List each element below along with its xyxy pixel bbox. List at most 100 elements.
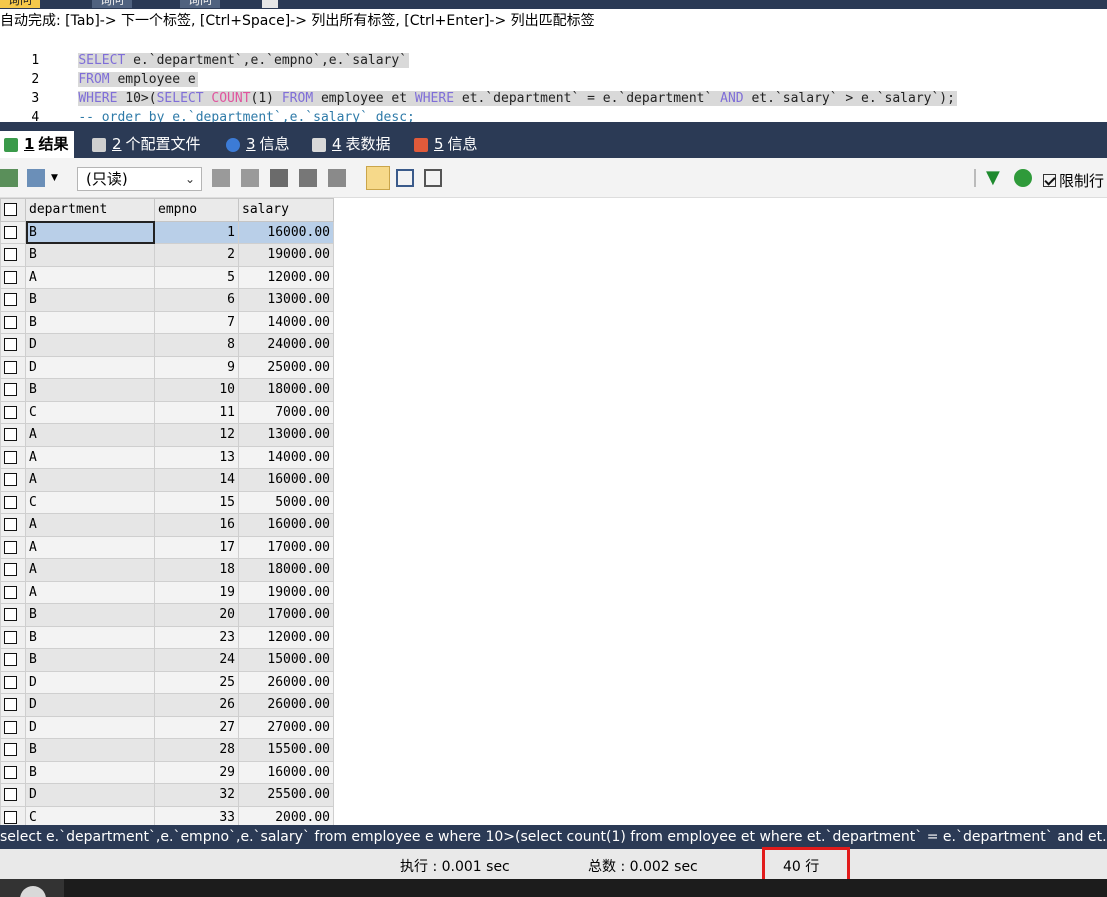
tab-results[interactable]: 1 结果	[0, 131, 75, 158]
limit-rows-checkbox[interactable]: 限制行	[1043, 170, 1104, 191]
row-select-cell[interactable]	[0, 715, 26, 739]
cell-salary[interactable]: 19000.00	[238, 243, 334, 267]
checkbox-icon[interactable]	[4, 743, 17, 757]
cell-department[interactable]: B	[25, 760, 155, 784]
cell-empno[interactable]: 29	[154, 760, 239, 784]
checkbox-icon[interactable]	[4, 270, 17, 284]
row-select-cell[interactable]	[0, 693, 26, 717]
checkbox-icon[interactable]	[4, 608, 17, 622]
row-select-cell[interactable]	[0, 220, 26, 244]
row-select-cell[interactable]	[0, 423, 26, 447]
checkbox-icon[interactable]	[4, 720, 17, 734]
cell-department[interactable]: A	[25, 423, 155, 447]
code-line-4[interactable]: 4 -- order by e.`department`,e.`salary` d…	[0, 89, 417, 125]
checkbox-icon[interactable]	[4, 428, 17, 442]
table-row[interactable]: D 32 25500.00	[0, 783, 334, 807]
row-select-cell[interactable]	[0, 535, 26, 559]
checkbox-icon[interactable]	[4, 653, 17, 667]
cell-department[interactable]: C	[25, 400, 155, 424]
pane-splitter[interactable]	[0, 122, 1107, 129]
checkbox-icon[interactable]	[4, 360, 17, 374]
cell-department[interactable]: B	[25, 288, 155, 312]
checkbox-icon[interactable]	[4, 765, 17, 779]
cell-empno[interactable]: 27	[154, 715, 239, 739]
cell-department[interactable]: B	[25, 603, 155, 627]
tab-info-2[interactable]: 5 信息	[414, 131, 478, 158]
row-select-cell[interactable]	[0, 310, 26, 334]
cell-empno[interactable]: 19	[154, 580, 239, 604]
cell-empno[interactable]: 11	[154, 400, 239, 424]
table-row[interactable]: A 19 19000.00	[0, 580, 334, 604]
row-select-cell[interactable]	[0, 558, 26, 582]
grid-view-icon[interactable]	[366, 166, 390, 190]
import-icon[interactable]	[27, 169, 45, 187]
cell-empno[interactable]: 15	[154, 490, 239, 514]
row-select-cell[interactable]	[0, 445, 26, 469]
checkbox-icon[interactable]	[4, 203, 17, 217]
cell-salary[interactable]: 12000.00	[238, 625, 334, 649]
table-row[interactable]: B 23 12000.00	[0, 625, 334, 649]
checkbox-icon[interactable]	[4, 518, 17, 532]
cell-department[interactable]: A	[25, 535, 155, 559]
save-icon[interactable]	[270, 169, 288, 187]
cell-department[interactable]: B	[25, 738, 155, 762]
row-select-cell[interactable]	[0, 333, 26, 357]
row-select-cell[interactable]	[0, 760, 26, 784]
text-view-icon[interactable]	[424, 169, 442, 187]
cell-salary[interactable]: 25000.00	[238, 355, 334, 379]
checkbox-icon[interactable]	[4, 450, 17, 464]
cell-empno[interactable]: 17	[154, 535, 239, 559]
tab-table-data[interactable]: 4 表数据	[312, 131, 391, 158]
table-row[interactable]: B 1 16000.00	[0, 220, 334, 244]
cell-empno[interactable]: 33	[154, 805, 239, 825]
sql-editor[interactable]: 自动完成: [Tab]-> 下一个标签, [Ctrl+Space]-> 列出所有…	[0, 9, 1107, 125]
cell-empno[interactable]: 18	[154, 558, 239, 582]
row-select-cell[interactable]	[0, 378, 26, 402]
cell-department[interactable]: D	[25, 783, 155, 807]
table-row[interactable]: B 29 16000.00	[0, 760, 334, 784]
delete-icon[interactable]	[299, 169, 317, 187]
checkbox-icon[interactable]	[4, 810, 17, 824]
cell-empno[interactable]: 16	[154, 513, 239, 537]
cell-department[interactable]: B	[25, 310, 155, 334]
cell-salary[interactable]: 2000.00	[238, 805, 334, 825]
column-header-empno[interactable]: empno	[154, 198, 239, 222]
cell-empno[interactable]: 8	[154, 333, 239, 357]
cell-salary[interactable]: 27000.00	[238, 715, 334, 739]
query-tab-3[interactable]: 询问	[180, 0, 221, 8]
column-header-salary[interactable]: salary	[238, 198, 334, 222]
cell-department[interactable]: C	[25, 490, 155, 514]
cell-salary[interactable]: 15000.00	[238, 648, 334, 672]
select-all-cell[interactable]	[0, 198, 26, 222]
cancel-icon[interactable]	[328, 169, 346, 187]
checkbox-icon[interactable]	[4, 293, 17, 307]
cell-department[interactable]: C	[25, 805, 155, 825]
cell-department[interactable]: D	[25, 670, 155, 694]
table-row[interactable]: D 25 26000.00	[0, 670, 334, 694]
row-select-cell[interactable]	[0, 783, 26, 807]
table-row[interactable]: C 15 5000.00	[0, 490, 334, 514]
checkbox-icon[interactable]	[4, 585, 17, 599]
cell-department[interactable]: A	[25, 445, 155, 469]
cell-empno[interactable]: 25	[154, 670, 239, 694]
row-select-cell[interactable]	[0, 580, 26, 604]
table-row[interactable]: A 5 12000.00	[0, 265, 334, 289]
row-select-cell[interactable]	[0, 243, 26, 267]
table-row[interactable]: B 20 17000.00	[0, 603, 334, 627]
table-row[interactable]: A 14 16000.00	[0, 468, 334, 492]
cell-empno[interactable]: 7	[154, 310, 239, 334]
table-row[interactable]: B 28 15500.00	[0, 738, 334, 762]
checkbox-icon[interactable]	[4, 495, 17, 509]
table-row[interactable]: D 27 27000.00	[0, 715, 334, 739]
readonly-select[interactable]: (只读) ⌄	[77, 167, 202, 191]
table-row[interactable]: C 33 2000.00	[0, 805, 334, 825]
table-row[interactable]: D 26 26000.00	[0, 693, 334, 717]
row-select-cell[interactable]	[0, 288, 26, 312]
table-row[interactable]: B 24 15000.00	[0, 648, 334, 672]
cell-department[interactable]: D	[25, 715, 155, 739]
filter-icon[interactable]: ▼	[986, 169, 1004, 187]
cell-empno[interactable]: 26	[154, 693, 239, 717]
cell-department[interactable]: A	[25, 265, 155, 289]
cell-department[interactable]: B	[25, 378, 155, 402]
refresh-icon[interactable]	[1014, 169, 1032, 187]
